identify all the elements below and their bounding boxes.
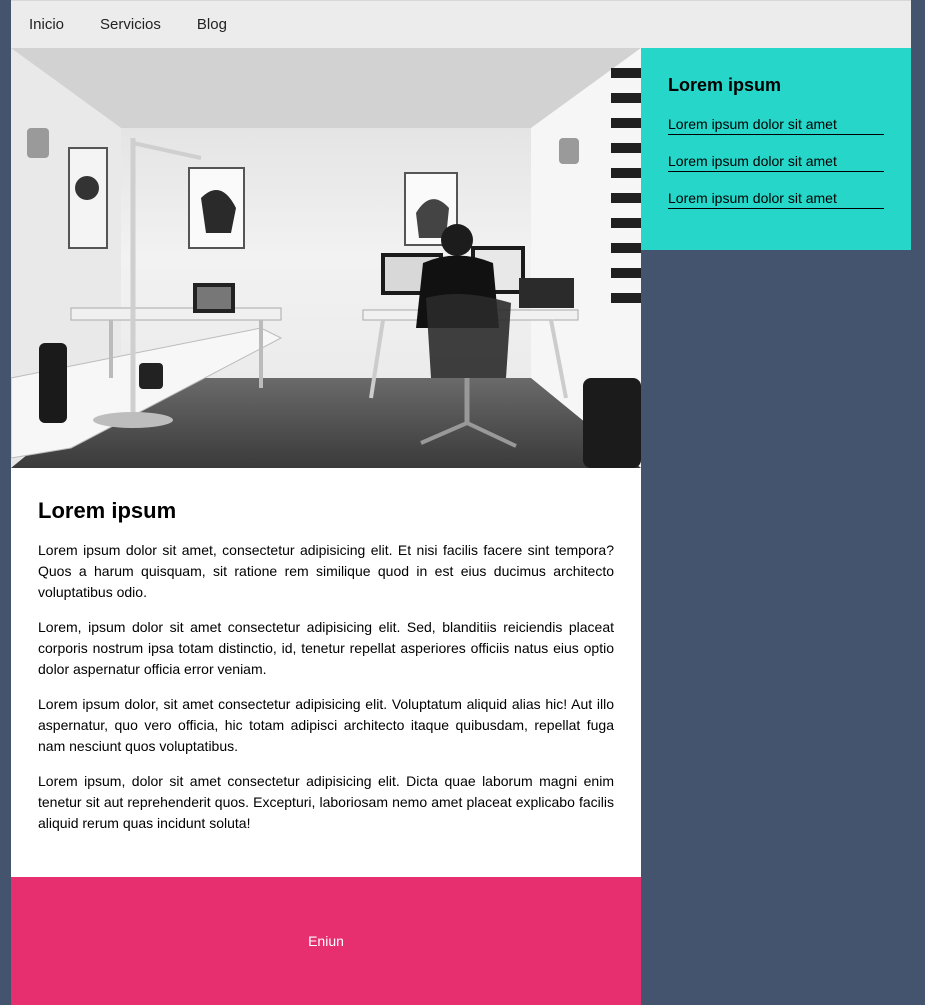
nav-item-blog[interactable]: Blog [197,16,227,33]
page: Inicio Servicios Blog Lorem ipsum Lorem … [0,0,925,1005]
sidebar-title: Lorem ipsum [668,75,782,95]
footer: Eniun [11,877,641,1005]
hero-image-office [11,48,641,468]
article-paragraph-1: Lorem ipsum dolor sit amet, consectetur … [38,542,614,600]
sidebar-link-2[interactable]: Lorem ipsum dolor sit amet [668,153,884,172]
main-article: Lorem ipsum Lorem ipsum dolor sit amet, … [11,468,641,877]
article-paragraph-4: Lorem ipsum, dolor sit amet consectetur … [38,773,614,831]
top-nav: Inicio Servicios Blog [11,0,911,48]
article-paragraph-3: Lorem ipsum dolor, sit amet consectetur … [38,696,614,754]
article-title: Lorem ipsum [38,498,177,523]
nav-item-inicio[interactable]: Inicio [29,16,64,33]
sidebar-link-3[interactable]: Lorem ipsum dolor sit amet [668,190,884,209]
article-paragraph-2: Lorem, ipsum dolor sit amet consectetur … [38,619,614,677]
footer-text: Eniun [308,933,344,949]
sidebar: Lorem ipsum Lorem ipsum dolor sit amet L… [641,48,911,250]
sidebar-link-1[interactable]: Lorem ipsum dolor sit amet [668,116,884,135]
nav-item-servicios[interactable]: Servicios [100,16,161,33]
